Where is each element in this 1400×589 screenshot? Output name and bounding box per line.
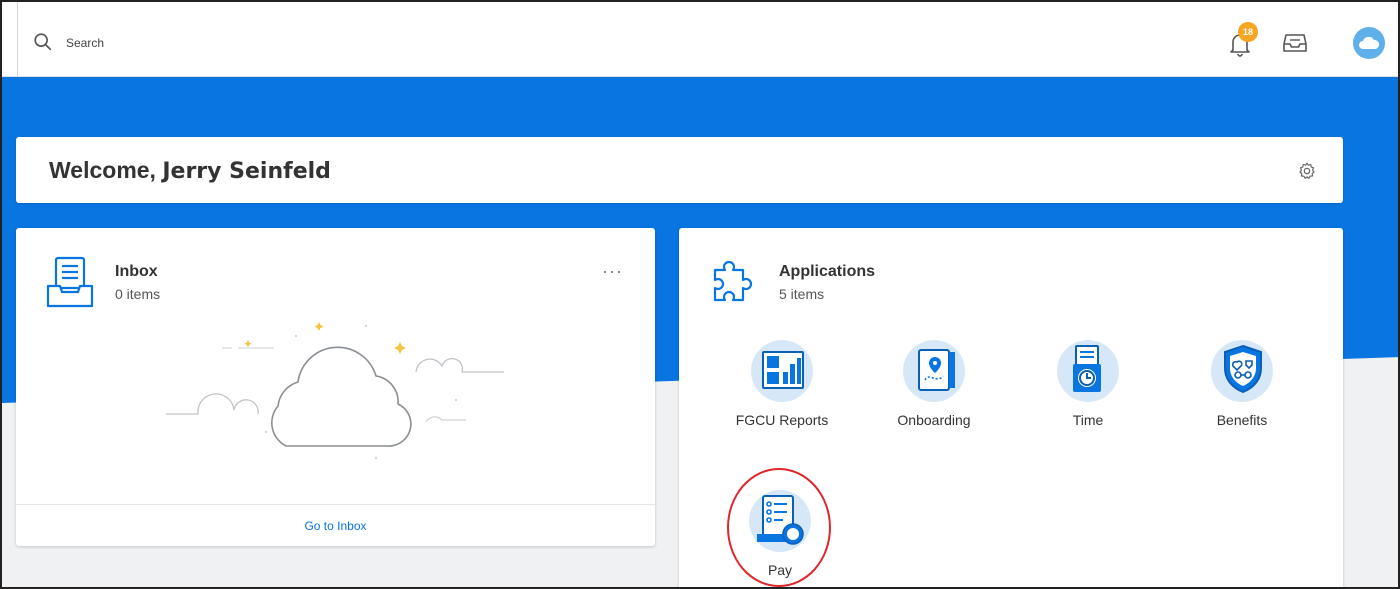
onboarding-icon-circle [903,340,965,402]
inbox-card: Inbox 0 items ··· Go to Inbox [16,228,655,546]
avatar[interactable] [1353,27,1385,59]
inbox-title: Inbox [115,263,158,280]
onboarding-icon [918,349,955,391]
inbox-tray-button[interactable] [1282,32,1308,54]
applications-title: Applications [779,263,876,280]
more-options-button[interactable]: ··· [602,261,623,282]
empty-inbox-cloud-illustration [166,322,504,460]
top-bar: Search 18 [2,2,1398,77]
benefits-icon-circle [1211,340,1273,402]
search-icon[interactable] [32,31,56,55]
fgcu-reports-label[interactable]: FGCU Reports [717,412,847,428]
puzzle-icon [713,260,753,302]
inbox-footer: Go to Inbox [16,504,655,546]
time-icon [1073,345,1101,392]
gear-icon[interactable] [1297,161,1317,181]
left-divider [17,2,18,77]
app-time[interactable]: Time [1023,340,1153,428]
benefits-label[interactable]: Benefits [1177,412,1307,428]
go-to-inbox-link[interactable]: Go to Inbox [304,519,366,533]
welcome-text: Welcome, Jerry Seinfeld [49,157,331,184]
app-onboarding[interactable]: Onboarding [869,340,999,428]
notification-badge: 18 [1238,22,1258,42]
time-icon-circle [1057,340,1119,402]
applications-count: 5 items [779,286,825,302]
time-label[interactable]: Time [1023,412,1153,428]
search-box[interactable]: Search [32,29,104,57]
onboarding-label[interactable]: Onboarding [869,412,999,428]
pay-label[interactable]: Pay [715,562,845,578]
search-placeholder[interactable]: Search [66,36,104,50]
app-fgcu-reports[interactable]: FGCU Reports [717,340,847,428]
pay-icon [757,495,804,545]
welcome-user-name: Jerry Seinfeld [162,159,331,184]
benefits-icon [1224,344,1262,394]
welcome-banner: Welcome, Jerry Seinfeld [16,137,1343,203]
inbox-stack-icon [46,256,94,308]
inbox-tray-icon [1283,34,1307,52]
app-benefits[interactable]: Benefits [1177,340,1307,428]
welcome-greeting: Welcome, [49,157,156,183]
fgcu-reports-icon-circle [751,340,813,402]
workday-home: Search 18 Welcome, Jerry Seinfeld Inbox … [0,0,1400,589]
applications-card: Applications 5 items FGCU Reports Onboar… [679,228,1343,587]
notifications-button[interactable]: 18 [1228,22,1258,58]
reports-icon [762,351,804,389]
app-pay[interactable]: Pay [715,490,845,578]
cloud-avatar-icon [1359,36,1380,49]
inbox-count: 0 items [115,286,161,302]
pay-icon-circle [749,490,811,552]
